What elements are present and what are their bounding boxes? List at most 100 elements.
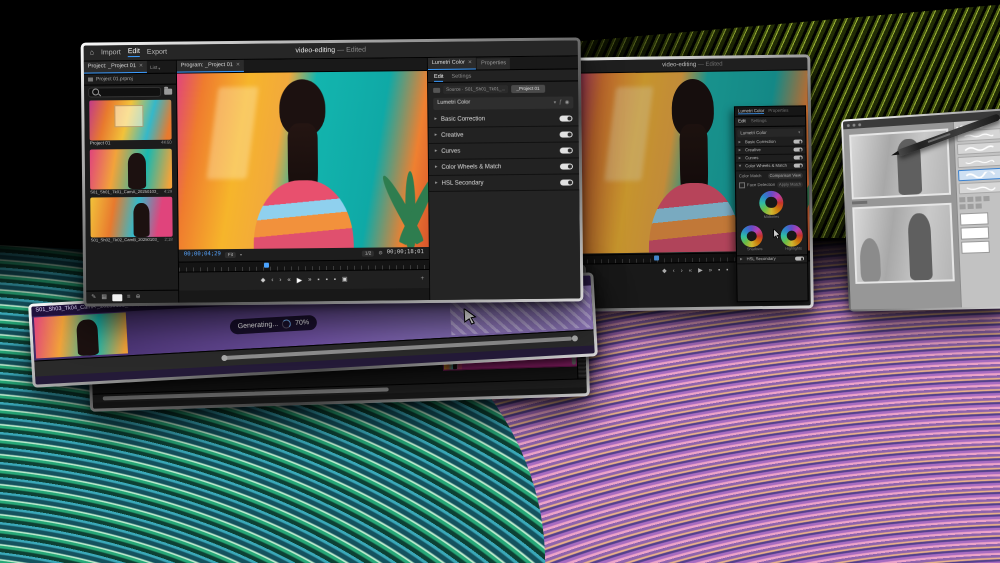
tab-lumetri-color[interactable]: Lumetri Color bbox=[738, 109, 764, 115]
section-hsl-secondary[interactable]: ▸ HSL Secondary bbox=[429, 174, 579, 192]
preset-dropdown[interactable]: Lumetri Color ▾ ƒ ◉ bbox=[433, 96, 573, 109]
section-color-wheels-match[interactable]: ▸ Color Wheels & Match bbox=[429, 158, 579, 176]
highlights-wheel[interactable] bbox=[781, 224, 803, 246]
subtab-settings[interactable]: Settings bbox=[451, 74, 471, 82]
subtab-settings[interactable]: Settings bbox=[751, 119, 767, 124]
search-input[interactable] bbox=[88, 86, 161, 97]
play-button[interactable]: ▶ bbox=[698, 268, 703, 274]
close-icon[interactable]: ✕ bbox=[468, 61, 472, 66]
menu-edit[interactable]: Edit bbox=[128, 48, 140, 57]
toggle-on[interactable] bbox=[560, 147, 573, 153]
close-icon[interactable]: ✕ bbox=[139, 64, 143, 69]
project-item[interactable]: Project 01 4K60 bbox=[89, 100, 171, 146]
scrollbar-handle[interactable] bbox=[222, 355, 228, 361]
playhead[interactable] bbox=[264, 263, 269, 268]
tool-icon[interactable] bbox=[967, 204, 973, 209]
view-grid-icon[interactable]: ▦ bbox=[101, 294, 107, 300]
playhead[interactable] bbox=[654, 256, 659, 261]
section-hsl-secondary[interactable]: ▸ HSL Secondary bbox=[737, 254, 807, 264]
close-icon[interactable]: ✕ bbox=[236, 63, 240, 68]
tab-properties[interactable]: Properties bbox=[477, 58, 510, 69]
shadows-wheel[interactable] bbox=[741, 225, 763, 247]
chevron-right-icon: ▸ bbox=[739, 148, 742, 153]
tab-lumetri-color[interactable]: Lumetri Color✕ bbox=[428, 57, 476, 70]
view-mode-dropdown[interactable]: List bbox=[150, 66, 157, 73]
source-clip-chip[interactable]: Source · S01_Sh01_Tk01_... bbox=[443, 85, 508, 94]
project-item[interactable]: S01_Sh01_Tk01_CamA_20250103_ 4;29 bbox=[90, 148, 172, 194]
tool-icon[interactable] bbox=[959, 197, 965, 202]
program-tab[interactable]: Program: _Project 01✕ bbox=[177, 60, 244, 73]
toggle-on[interactable] bbox=[794, 148, 803, 152]
tool-dot-icon[interactable] bbox=[847, 124, 850, 127]
step-forward-button[interactable]: » bbox=[308, 277, 311, 283]
add-marker-button[interactable]: ◆ bbox=[261, 278, 266, 284]
toggle-on[interactable] bbox=[560, 131, 573, 137]
comparison-view-button[interactable]: Comparison View bbox=[768, 172, 803, 178]
add-button[interactable]: + bbox=[421, 276, 425, 282]
tool-dot-icon[interactable] bbox=[852, 123, 855, 126]
settings-wrench-icon[interactable]: ⚙ bbox=[378, 251, 383, 256]
target-sequence-chip[interactable]: _Project 01 bbox=[511, 84, 544, 93]
mark-out-button[interactable]: › bbox=[681, 268, 683, 274]
automate-icon[interactable]: ≡ bbox=[127, 294, 131, 300]
storyboard-frame-2[interactable] bbox=[852, 203, 955, 284]
brush-preset[interactable] bbox=[957, 141, 1000, 155]
subtab-edit[interactable]: Edit bbox=[738, 120, 746, 125]
new-bin-icon[interactable] bbox=[164, 88, 172, 94]
mark-in-button[interactable]: ‹ bbox=[271, 278, 273, 284]
brush-preset-selected[interactable] bbox=[958, 168, 1000, 181]
preset-dropdown[interactable]: Lumetri Color ▾ bbox=[737, 128, 803, 137]
section-basic-correction[interactable]: ▸ Basic Correction bbox=[428, 110, 578, 128]
menu-import[interactable]: Import bbox=[101, 49, 121, 56]
loop-button[interactable]: ▪ bbox=[317, 277, 319, 283]
toggle-on[interactable] bbox=[794, 156, 803, 160]
mark-in-button[interactable]: ‹ bbox=[673, 268, 675, 274]
brush-preset[interactable] bbox=[959, 181, 1000, 194]
step-forward-button[interactable]: » bbox=[709, 268, 712, 274]
step-back-button[interactable]: « bbox=[287, 277, 290, 283]
toggle-on[interactable] bbox=[794, 164, 803, 168]
add-marker-button[interactable]: ◆ bbox=[662, 268, 667, 274]
section-curves[interactable]: ▸ Curves bbox=[429, 142, 579, 160]
subtab-edit[interactable]: Edit bbox=[434, 74, 444, 82]
layer-swatch[interactable] bbox=[960, 226, 989, 239]
toggle-on[interactable] bbox=[560, 163, 573, 169]
lift-button[interactable]: ▪ bbox=[718, 268, 720, 274]
face-detection-checkbox[interactable] bbox=[739, 182, 745, 188]
new-bin-button-icon[interactable]: ⊕ bbox=[135, 294, 140, 300]
brush-preset[interactable] bbox=[957, 155, 1000, 169]
play-button[interactable]: ▶ bbox=[297, 277, 302, 284]
scrollbar-handle[interactable] bbox=[571, 335, 577, 341]
home-icon[interactable]: ⌂ bbox=[90, 49, 94, 56]
edit-tool-icon[interactable]: ✎ bbox=[91, 294, 96, 300]
extract-button[interactable]: ▪ bbox=[334, 277, 336, 283]
project-item[interactable]: S01_Sh02_Tk02_CamB_20250103_ 2;18 bbox=[90, 196, 172, 242]
extract-button[interactable]: ▪ bbox=[726, 268, 728, 274]
tool-icon[interactable] bbox=[959, 204, 965, 209]
section-creative[interactable]: ▸ Creative bbox=[429, 126, 579, 144]
layer-swatch[interactable] bbox=[960, 212, 989, 225]
toggle-on[interactable] bbox=[560, 179, 573, 185]
tool-icon[interactable] bbox=[967, 197, 973, 202]
tool-icon[interactable] bbox=[975, 196, 981, 201]
new-item-icon[interactable] bbox=[112, 294, 122, 301]
menu-export[interactable]: Export bbox=[147, 49, 167, 56]
lift-button[interactable]: ▪ bbox=[326, 277, 328, 283]
eye-icon[interactable]: ◉ bbox=[565, 100, 569, 105]
midtones-wheel[interactable] bbox=[759, 191, 783, 215]
layer-swatch[interactable] bbox=[961, 241, 990, 254]
toggle-on[interactable] bbox=[559, 115, 572, 121]
mark-out-button[interactable]: › bbox=[279, 278, 281, 284]
fit-dropdown[interactable]: Fit bbox=[225, 252, 236, 259]
tab-properties[interactable]: Properties bbox=[768, 109, 788, 115]
tool-icon[interactable] bbox=[976, 203, 982, 208]
toggle-on[interactable] bbox=[795, 257, 804, 261]
tool-dot-icon[interactable] bbox=[858, 123, 861, 126]
export-frame-button[interactable]: ▣ bbox=[342, 277, 348, 283]
step-back-button[interactable]: « bbox=[689, 268, 692, 274]
toggle-on[interactable] bbox=[793, 140, 802, 144]
playback-resolution-dropdown[interactable]: 1/2 bbox=[362, 250, 374, 257]
tool-icon[interactable] bbox=[983, 196, 989, 201]
apply-match-button[interactable]: Apply Match bbox=[777, 181, 803, 187]
project-tab[interactable]: Project: _Project 01✕ bbox=[84, 61, 147, 74]
